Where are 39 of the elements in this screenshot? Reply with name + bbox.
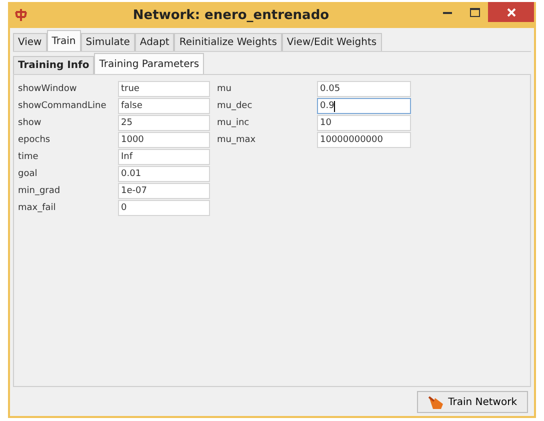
parameter-label: showWindow (18, 84, 78, 94)
parameter-label: mu_dec (217, 101, 254, 111)
tab[interactable]: View/Edit Weights (282, 33, 382, 51)
parameter-field[interactable]: 1e-07 (118, 183, 210, 199)
tab[interactable]: Train (46, 30, 81, 51)
parameter-field[interactable]: Inf (118, 149, 210, 165)
parameter-label: min_grad (18, 186, 62, 196)
parameter-field[interactable]: 25 (118, 115, 210, 131)
maximize-icon (470, 8, 480, 16)
parameter-label: mu_inc (217, 118, 250, 128)
parameter-field[interactable]: 10 (317, 115, 411, 131)
parameter-label: max_fail (18, 203, 57, 213)
parameter-field[interactable]: 10000000000 (317, 132, 411, 148)
parameter-field[interactable]: true (118, 81, 210, 97)
tab[interactable]: Reinitialize Weights (174, 33, 282, 51)
parameter-field[interactable]: 0.05 (317, 81, 411, 97)
parameter-field[interactable]: 0.01 (118, 166, 210, 182)
window-title: Network: enero_entrenado (132, 8, 330, 22)
parameter-field[interactable]: false (118, 98, 210, 114)
tab[interactable]: Adapt (134, 33, 174, 51)
parameter-label: mu_max (217, 135, 257, 145)
minimize-icon (443, 10, 452, 14)
sub-tab[interactable]: Training Info (13, 56, 94, 74)
close-button[interactable] (488, 2, 534, 22)
parameter-label: mu (217, 84, 232, 94)
parameter-label: time (18, 152, 40, 162)
tab[interactable]: Simulate (80, 33, 135, 51)
app-icon (14, 8, 28, 22)
parameter-field[interactable]: 0.9 (317, 98, 411, 114)
sub-tab[interactable]: Training Parameters (94, 53, 204, 74)
parameter-label: goal (18, 169, 38, 179)
parameter-label: showCommandLine (18, 101, 108, 111)
tab[interactable]: View (13, 33, 47, 51)
close-icon (506, 8, 516, 16)
parameter-label: show (18, 118, 42, 128)
parameter-field[interactable]: 1000 (118, 132, 210, 148)
train-network-button[interactable]: Train Network (417, 391, 528, 413)
parameter-field[interactable]: 0 (118, 200, 210, 216)
parameter-label: epochs (18, 135, 52, 145)
